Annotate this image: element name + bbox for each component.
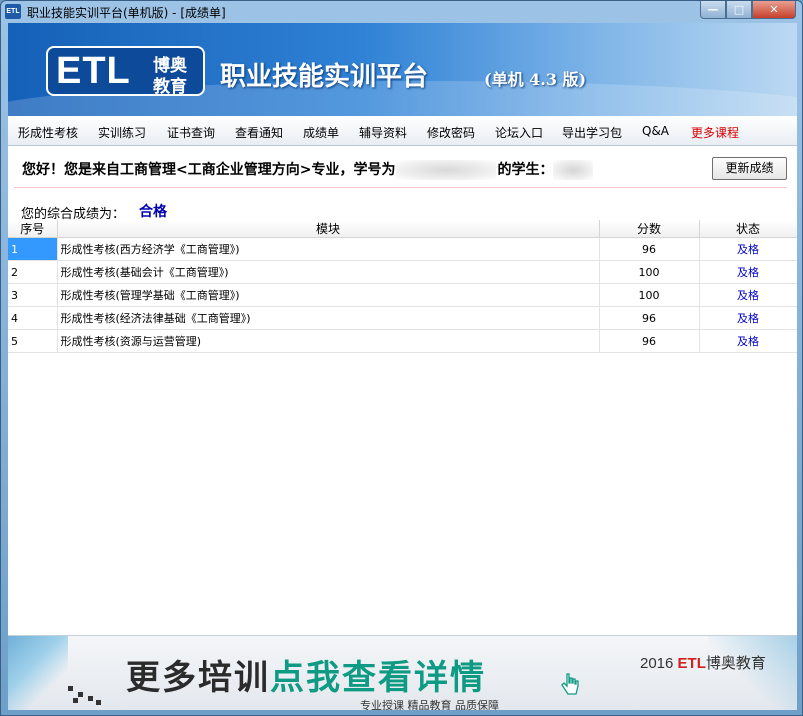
platform-title: 职业技能实训平台 <box>220 62 429 92</box>
menu-item-change-password[interactable]: 修改密码 <box>427 124 475 141</box>
row-status: 及格 <box>699 237 797 261</box>
column-header-score[interactable]: 分数 <box>599 220 700 238</box>
menu-item-materials[interactable]: 辅导资料 <box>359 124 407 141</box>
greeting-part1: 您好！您是来自工商管理<工商企业管理方向>专业，学号为 <box>22 162 396 178</box>
copyright-brand: ETL <box>677 655 706 672</box>
menu-item-certificate[interactable]: 证书查询 <box>167 124 215 141</box>
app-icon: ETL <box>5 4 21 19</box>
row-status: 及格 <box>699 306 797 330</box>
etl-logo: ETL 博奥 教育 <box>46 46 205 97</box>
table-header-row: 序号 模块 分数 状态 <box>8 220 797 238</box>
table-row[interactable]: 3 形成性考核(管理学基础《工商管理》) 100 及格 <box>8 283 797 307</box>
column-header-status[interactable]: 状态 <box>699 220 797 238</box>
table-row[interactable]: 1 形成性考核(西方经济学《工商管理》) 96 及格 <box>8 237 797 261</box>
edition-label: (单机 4.3 版) <box>484 70 587 89</box>
row-index: 1 <box>8 237 58 261</box>
promo-footer-banner[interactable]: 更多培训点我查看详情 2016 ETL博奥教育 专业授课 精品教育 品质保障 <box>8 635 797 710</box>
row-index: 3 <box>8 283 58 307</box>
title-bar[interactable]: ETL 职业技能实训平台(单机版) - [成绩单] — □ ✕ <box>1 1 802 23</box>
row-index: 5 <box>8 329 58 353</box>
row-index: 4 <box>8 306 58 330</box>
row-score: 96 <box>599 306 700 330</box>
logo-etl-text: ETL <box>56 50 131 92</box>
refresh-scores-button[interactable]: 更新成绩 <box>712 157 787 180</box>
menu-item-notices[interactable]: 查看通知 <box>235 124 283 141</box>
table-row[interactable]: 4 形成性考核(经济法律基础《工商管理》) 96 及格 <box>8 306 797 330</box>
column-header-module[interactable]: 模块 <box>57 220 600 238</box>
row-status: 及格 <box>699 283 797 307</box>
greeting-text: 您好！您是来自工商管理<工商企业管理方向>专业，学号为 的学生： <box>22 159 594 180</box>
footer-decoration-left <box>8 636 68 710</box>
row-module: 形成性考核(西方经济学《工商管理》) <box>57 237 600 261</box>
row-score: 100 <box>599 260 700 284</box>
header-banner: ETL 博奥 教育 职业技能实训平台 (单机 4.3 版) <box>8 23 797 116</box>
scores-table: 序号 模块 分数 状态 1 形成性考核(西方经济学《工商管理》) 96 及格 2 <box>8 220 797 353</box>
separator-line <box>14 187 787 188</box>
promo-text-more-training: 更多培训 <box>126 658 270 698</box>
column-header-index[interactable]: 序号 <box>8 220 58 238</box>
table-row[interactable]: 5 形成性考核(资源与运营管理) 96 及格 <box>8 329 797 353</box>
menu-bar: 形成性考核 实训练习 证书查询 查看通知 成绩单 辅导资料 修改密码 论坛入口 … <box>8 116 797 146</box>
redacted-student-id <box>396 160 497 180</box>
menu-item-transcript[interactable]: 成绩单 <box>303 124 339 141</box>
close-button[interactable]: ✕ <box>752 1 796 19</box>
row-score: 96 <box>599 237 700 261</box>
row-score: 96 <box>599 329 700 353</box>
hand-pointer-icon <box>561 673 579 695</box>
row-module: 形成性考核(管理学基础《工商管理》) <box>57 283 600 307</box>
menu-item-formative-assessment[interactable]: 形成性考核 <box>18 124 78 141</box>
row-module: 形成性考核(资源与运营管理) <box>57 329 600 353</box>
row-status: 及格 <box>699 260 797 284</box>
footer-slogan: 专业授课 精品教育 品质保障 <box>360 699 499 710</box>
greeting-part2: 的学生： <box>497 162 554 178</box>
redacted-student-name <box>553 160 594 180</box>
promo-text-click-details: 点我查看详情 <box>270 658 486 698</box>
client-area: ETL 博奥 教育 职业技能实训平台 (单机 4.3 版) 形成性考核 实训练习… <box>8 23 797 710</box>
row-module: 形成性考核(经济法律基础《工商管理》) <box>57 306 600 330</box>
maximize-button[interactable]: □ <box>726 1 752 19</box>
copyright-year: 2016 <box>640 655 674 672</box>
overall-score-value: 合格 <box>139 204 167 220</box>
window-title: 职业技能实训平台(单机版) - [成绩单] <box>27 6 226 20</box>
menu-item-forum[interactable]: 论坛入口 <box>495 124 543 141</box>
menu-item-export-package[interactable]: 导出学习包 <box>562 124 622 141</box>
footer-decoration-right <box>708 636 797 710</box>
row-score: 100 <box>599 283 700 307</box>
minimize-button[interactable]: — <box>700 1 726 19</box>
promo-text[interactable]: 更多培训点我查看详情 <box>126 650 486 699</box>
row-index: 2 <box>8 260 58 284</box>
table-row[interactable]: 2 形成性考核(基础会计《工商管理》) 100 及格 <box>8 260 797 284</box>
menu-item-practice[interactable]: 实训练习 <box>98 124 146 141</box>
menu-item-more-courses[interactable]: 更多课程 <box>691 124 739 141</box>
app-window: ETL 职业技能实训平台(单机版) - [成绩单] — □ ✕ ETL 博奥 教… <box>0 0 803 716</box>
copyright-label: 2016 ETL博奥教育 <box>640 652 766 673</box>
row-module: 形成性考核(基础会计《工商管理》) <box>57 260 600 284</box>
pixel-decoration <box>68 686 104 706</box>
copyright-name: 博奥教育 <box>705 655 766 672</box>
menu-item-qa[interactable]: Q&A <box>642 124 669 138</box>
logo-cn-line2: 教育 <box>153 77 187 97</box>
row-status: 及格 <box>699 329 797 353</box>
